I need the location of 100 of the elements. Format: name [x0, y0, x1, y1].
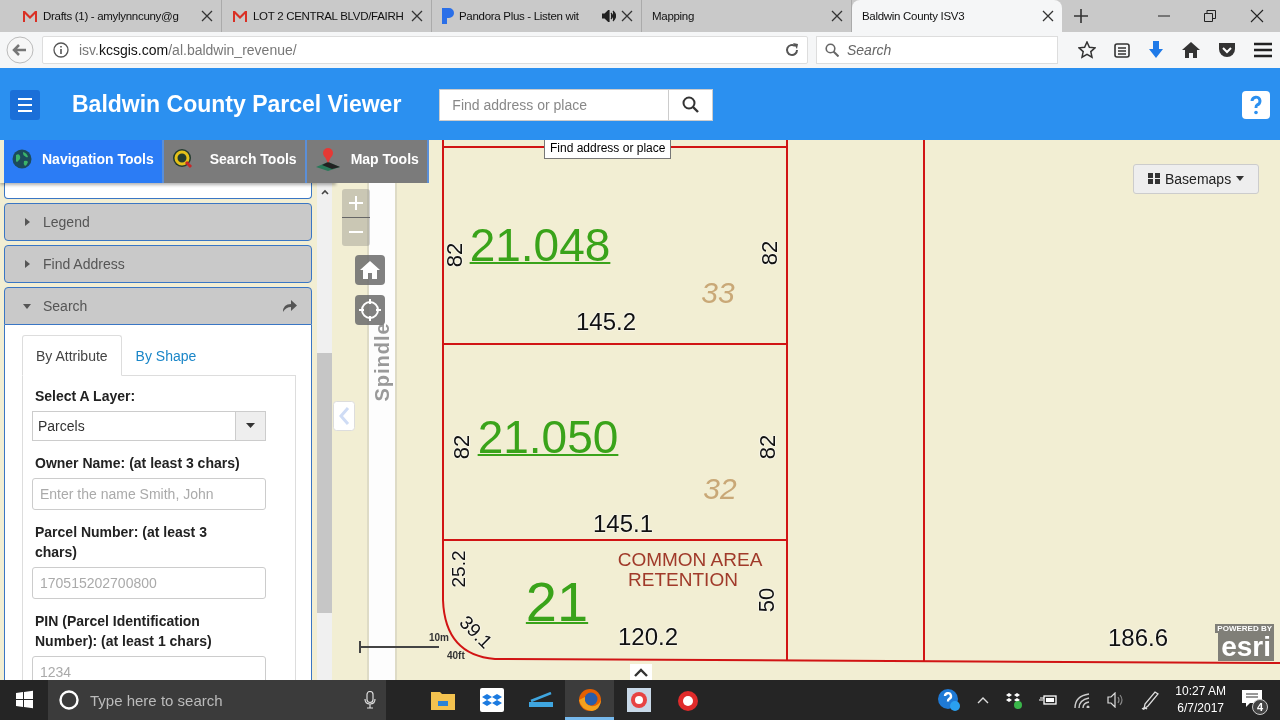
speaker-icon[interactable] [602, 10, 616, 22]
search-field[interactable]: Search [816, 35, 1058, 64]
mail-icon [232, 10, 248, 22]
microphone-icon[interactable] [364, 691, 376, 709]
home-button[interactable] [355, 254, 385, 285]
scanner-icon [526, 692, 555, 708]
search-icon [682, 96, 700, 114]
dimension-label: 120.2 [617, 624, 679, 649]
info-icon[interactable] [53, 41, 69, 58]
parcel-number-label: 21.048 [469, 221, 611, 268]
close-icon[interactable] [411, 10, 423, 22]
address-search-field[interactable]: Find address or place [439, 88, 670, 121]
mail-icon [22, 10, 38, 22]
notification-badge: 4 [1252, 699, 1268, 715]
caret-icon [246, 423, 255, 429]
lot-number-label: 33 [701, 277, 735, 308]
app-icon [675, 688, 700, 712]
area-label: RETENTION [628, 569, 738, 589]
pen-icon[interactable] [1141, 690, 1160, 710]
area-label: COMMON AREA [617, 549, 763, 569]
battery-icon[interactable] [1039, 694, 1058, 706]
caret-icon [23, 259, 31, 268]
tool-tab[interactable]: Map Tools [306, 139, 429, 183]
accordion-header[interactable]: Legend [4, 202, 312, 241]
help-icon[interactable] [937, 688, 962, 712]
clock-time: 10:27 AM [1175, 683, 1226, 700]
share-icon[interactable] [282, 299, 297, 313]
layer-dropdown[interactable]: Parcels [32, 410, 266, 441]
search-tab[interactable]: By Shape [121, 334, 211, 375]
scroll-up-icon[interactable] [320, 188, 329, 195]
address-bar[interactable]: isv.kcsgis.com/al.baldwin_revenue/ [42, 35, 808, 64]
dimension-label: 50 [756, 587, 778, 613]
tool-tab[interactable]: Search Tools [163, 139, 307, 183]
close-icon[interactable] [1042, 10, 1054, 22]
scale-label: 40ft [447, 649, 465, 661]
basemaps-button[interactable]: Basemaps [1133, 163, 1260, 194]
dimension-label: 25.2 [448, 550, 468, 588]
menu-icon[interactable] [1254, 41, 1272, 58]
locate-button[interactable] [355, 294, 385, 325]
wifi-icon[interactable] [1073, 692, 1092, 708]
dimension-label: 82 [757, 434, 779, 460]
tab-title: LOT 2 CENTRAL BLVD/FAIRH [253, 10, 405, 22]
dimension-label: 145.2 [575, 309, 637, 334]
dimension-label: 82 [759, 240, 781, 266]
app-icon [626, 688, 651, 712]
input-field[interactable]: 1234 [32, 655, 266, 680]
search-button[interactable] [669, 88, 714, 121]
tool-tab[interactable]: Navigation Tools [4, 139, 164, 183]
tab-title: Mapping [652, 10, 695, 22]
app-title: Baldwin County Parcel Viewer [72, 91, 402, 119]
close-icon[interactable] [621, 10, 633, 22]
close-icon[interactable] [831, 10, 843, 22]
back-button[interactable] [6, 35, 34, 64]
url-text: isv.kcsgis.com/al.baldwin_revenue/ [79, 41, 298, 58]
powered-by-text: POWERED BY [1215, 623, 1274, 633]
close-icon[interactable] [1250, 9, 1264, 23]
home-icon[interactable] [1182, 41, 1200, 58]
chevron-up-icon[interactable] [977, 696, 990, 704]
tab-title: Pandora Plus - Listen wit [459, 10, 580, 22]
field-label: Owner Name: (at least 3 chars) [35, 453, 241, 473]
pocket-icon[interactable] [1218, 41, 1236, 58]
dimension-label: 82 [451, 434, 473, 460]
caret-icon [1236, 176, 1245, 182]
taskbar-search-field[interactable]: Type here to search [48, 680, 386, 720]
street-label: Spindle [370, 322, 394, 402]
search-circle-icon [58, 689, 80, 711]
accordion-header[interactable]: Search [4, 286, 312, 325]
field-label: Select A Layer: [35, 386, 137, 406]
dimension-label: 186.6 [1107, 625, 1169, 650]
caret-icon [23, 301, 31, 310]
close-icon[interactable] [201, 10, 213, 22]
scale-label: 10m [429, 631, 449, 643]
help-button[interactable] [1242, 90, 1270, 119]
speaker-icon[interactable] [1107, 692, 1126, 708]
scrollbar[interactable] [317, 182, 332, 680]
browser-icon [577, 688, 602, 712]
input-field[interactable]: Enter the name Smith, John [32, 477, 266, 510]
map-pin-icon [314, 146, 341, 171]
input-field[interactable]: 170515202700800 [32, 566, 266, 599]
star-icon[interactable] [1078, 40, 1096, 59]
new-tab-icon[interactable] [1074, 9, 1088, 23]
sync-icon[interactable] [1005, 691, 1024, 709]
lot-number-label: 32 [703, 473, 737, 504]
reload-icon[interactable] [785, 42, 799, 57]
caret-icon [23, 217, 31, 226]
search-tab[interactable]: By Attribute [22, 334, 122, 376]
browser-tab[interactable]: Baldwin County ISV3 [852, 0, 1062, 32]
download-icon[interactable] [1148, 40, 1164, 59]
folder-icon [430, 690, 455, 710]
menu-button[interactable] [10, 89, 40, 120]
restore-icon[interactable] [1204, 10, 1216, 22]
grid-icon [1148, 173, 1160, 185]
field-label: PIN (Parcel Identification Number): (at least 1 chars) [35, 611, 213, 651]
magnifier-icon [171, 147, 194, 170]
parcel-number-label: 21 [525, 573, 589, 630]
reading-list-icon[interactable] [1114, 41, 1130, 58]
esri-logo[interactable]: esri [1218, 632, 1274, 661]
tab-title: Baldwin County ISV3 [862, 10, 966, 22]
tab-icon [442, 8, 454, 24]
accordion-header[interactable]: Find Address [4, 244, 312, 283]
